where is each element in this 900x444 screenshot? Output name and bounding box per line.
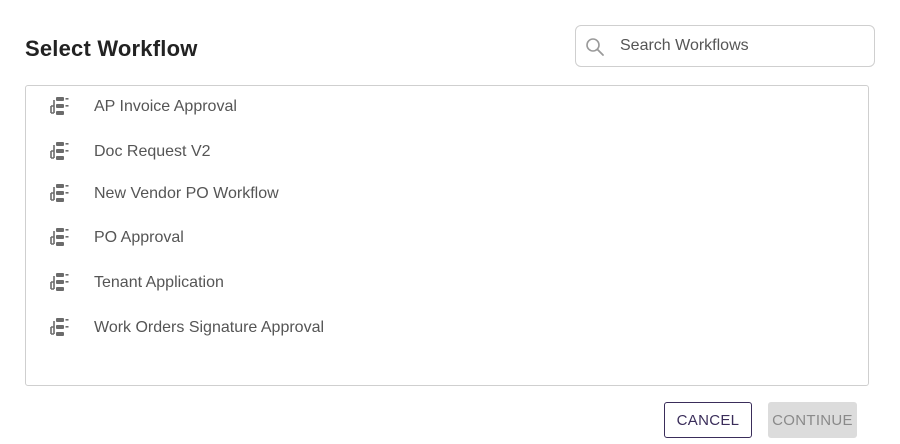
workflow-item-new-vendor-po-workflow[interactable]: New Vendor PO Workflow [26,173,868,213]
workflow-label: AP Invoice Approval [94,98,237,115]
cancel-button[interactable]: CANCEL [664,402,752,438]
workflow-item-doc-request-v2[interactable]: Doc Request V2 [26,131,868,171]
workflow-label: New Vendor PO Workflow [94,185,279,202]
search-icon [586,38,604,56]
workflow-icon [50,142,69,160]
search-input[interactable] [620,26,860,66]
search-box[interactable] [575,25,875,67]
workflow-icon [50,228,69,246]
select-workflow-dialog: Select Workflow AP Invoice Approval [0,0,900,444]
workflow-list[interactable]: AP Invoice Approval Doc Request V2 New V… [25,85,869,386]
workflow-item-work-orders-signature-approval[interactable]: Work Orders Signature Approval [26,307,868,347]
workflow-icon [50,97,69,115]
workflow-item-ap-invoice-approval[interactable]: AP Invoice Approval [26,86,868,126]
workflow-item-po-approval[interactable]: PO Approval [26,217,868,257]
workflow-icon [50,318,69,336]
workflow-item-tenant-application[interactable]: Tenant Application [26,262,868,302]
workflow-icon [50,273,69,291]
workflow-label: Tenant Application [94,274,224,291]
workflow-label: Work Orders Signature Approval [94,319,325,336]
continue-button[interactable]: CONTINUE [768,402,857,438]
dialog-title: Select Workflow [25,36,198,61]
workflow-label: Doc Request V2 [94,143,211,160]
workflow-label: PO Approval [94,229,184,246]
workflow-icon [50,184,69,202]
